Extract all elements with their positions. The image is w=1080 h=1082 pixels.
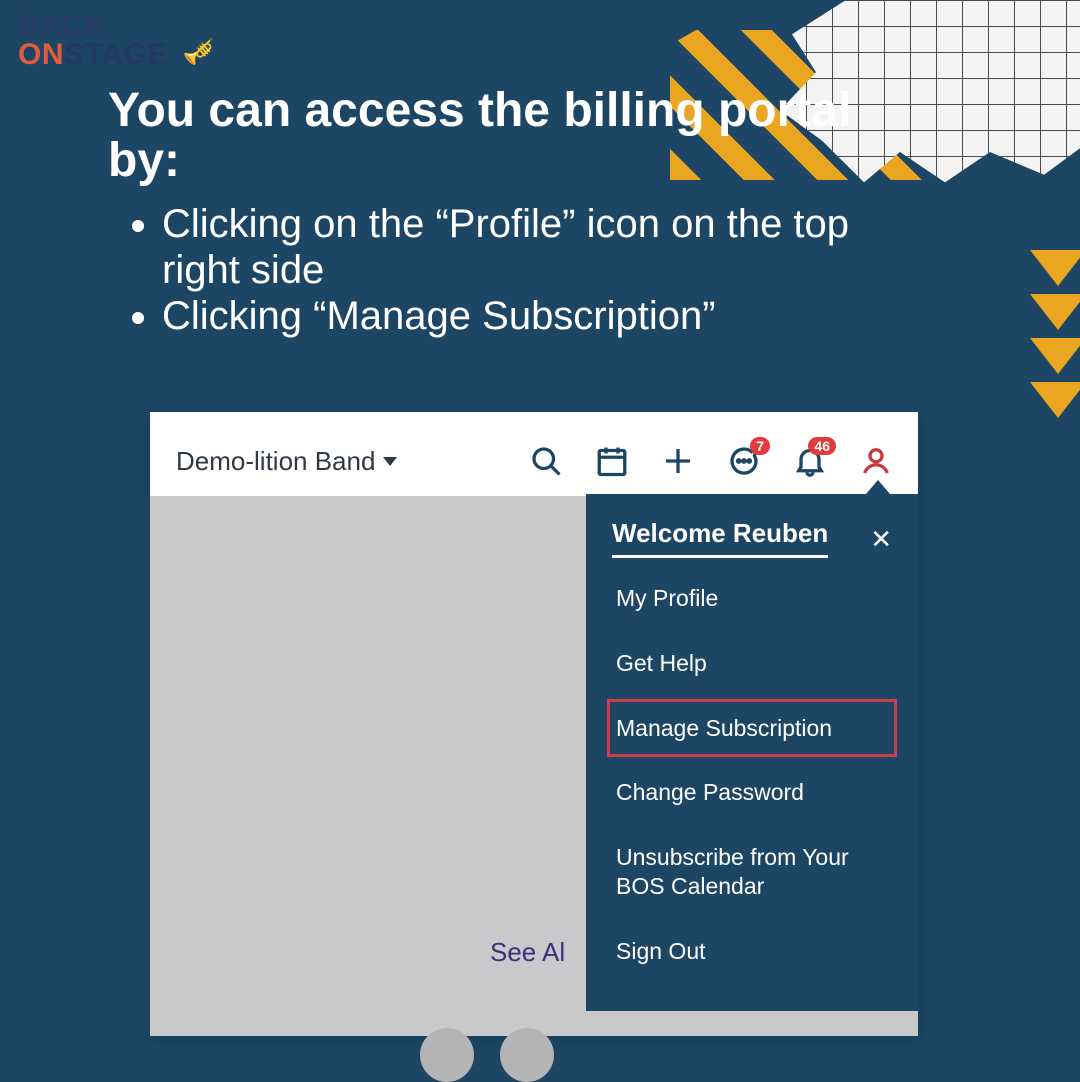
content-area: See Al Welcome Reuben ✕ My Profile Get H… — [150, 496, 918, 1036]
avatar-placeholder — [420, 1028, 474, 1082]
calendar-icon[interactable] — [592, 441, 632, 481]
logo-on: ON — [18, 38, 64, 71]
profile-dropdown: Welcome Reuben ✕ My Profile Get Help Man… — [586, 494, 918, 1011]
menu-item-change-password[interactable]: Change Password — [612, 760, 892, 825]
brand-logo: BACK ONSTAGE 🎺 — [18, 12, 215, 69]
trumpet-icon: 🎺 — [182, 39, 215, 64]
close-icon[interactable]: ✕ — [870, 524, 892, 555]
avatar-placeholder — [500, 1028, 554, 1082]
menu-item-manage-subscription[interactable]: Manage Subscription — [608, 700, 896, 757]
instruction-item: Clicking on the “Profile” icon on the to… — [162, 201, 890, 293]
see-all-link[interactable]: See Al — [490, 937, 565, 968]
bell-badge: 46 — [808, 437, 836, 455]
app-screenshot: Demo-lition Band 7 46 See Al — [150, 412, 918, 1036]
top-bar: Demo-lition Band 7 46 — [150, 426, 918, 496]
band-selector[interactable]: Demo-lition Band — [176, 446, 397, 477]
menu-item-my-profile[interactable]: My Profile — [612, 566, 892, 631]
menu-item-sign-out[interactable]: Sign Out — [612, 919, 892, 984]
arrow-down-icon — [1030, 338, 1080, 374]
instruction-list: Clicking on the “Profile” icon on the to… — [108, 201, 890, 339]
arrow-down-icon — [1030, 382, 1080, 418]
search-icon[interactable] — [526, 441, 566, 481]
chat-icon[interactable]: 7 — [724, 441, 764, 481]
instruction-item: Clicking “Manage Subscription” — [162, 293, 890, 339]
instruction-heading: You can access the billing portal by: — [108, 86, 890, 187]
instruction-block: You can access the billing portal by: Cl… — [108, 86, 890, 339]
logo-stage: STAGE — [64, 38, 168, 71]
decor-arrow-column — [1030, 250, 1080, 418]
menu-item-unsubscribe-calendar[interactable]: Unsubscribe from Your BOS Calendar — [612, 825, 892, 919]
profile-icon[interactable] — [856, 441, 896, 481]
add-icon[interactable] — [658, 441, 698, 481]
chat-badge: 7 — [750, 437, 770, 455]
arrow-down-icon — [1030, 294, 1080, 330]
menu-item-get-help[interactable]: Get Help — [612, 631, 892, 696]
avatar-row — [420, 982, 554, 1036]
bell-icon[interactable]: 46 — [790, 441, 830, 481]
band-name: Demo-lition Band — [176, 446, 375, 477]
arrow-down-icon — [1030, 250, 1080, 286]
chevron-down-icon — [383, 457, 397, 466]
menu-welcome: Welcome Reuben — [612, 518, 828, 558]
